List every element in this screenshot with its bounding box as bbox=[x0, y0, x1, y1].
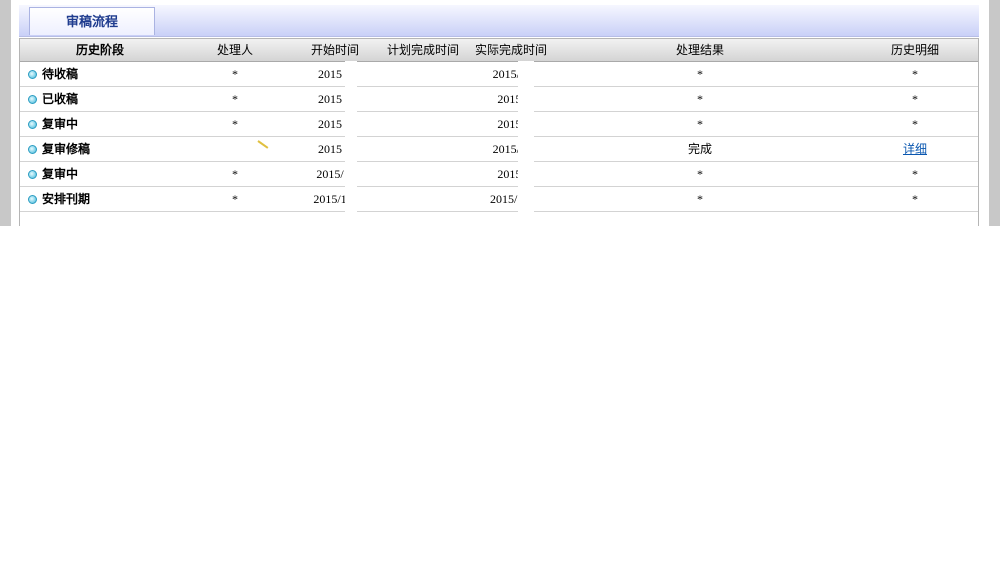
tab-review-process[interactable]: 审稿流程 bbox=[29, 7, 155, 35]
bullet-icon bbox=[28, 120, 37, 129]
stage-cell: 已收稿 bbox=[28, 87, 178, 111]
handler-cell: * bbox=[232, 167, 238, 181]
result-cell: 完成 bbox=[687, 142, 712, 156]
bullet-icon bbox=[28, 170, 37, 179]
col-actual-time: 实际完成时间 bbox=[474, 43, 547, 57]
result-cell: * bbox=[697, 167, 703, 181]
actual-cell: 2015/9/ bbox=[492, 142, 530, 156]
stage-label: 复审中 bbox=[42, 117, 79, 131]
col-handler: 处理人 bbox=[216, 43, 253, 57]
col-history-stage: 历史阶段 bbox=[75, 43, 124, 57]
result-cell: * bbox=[697, 67, 703, 81]
actual-cell: 2015/ bbox=[497, 117, 525, 131]
planned-cell bbox=[380, 62, 466, 86]
table-row: 安排刊期 * 2015/1 2015/11. * * bbox=[20, 187, 978, 212]
history-table: 历史阶段 处理人 开始时间 计划完成时间 实际完成时间 处理结果 历史明细 待收… bbox=[19, 38, 979, 226]
stage-cell: 复审中 bbox=[28, 162, 178, 186]
stage-cell: 复审修稿 bbox=[28, 137, 178, 161]
detail-cell: * bbox=[912, 67, 918, 81]
tab-bar: 审稿流程 bbox=[19, 5, 979, 37]
table-header: 历史阶段 处理人 开始时间 计划完成时间 实际完成时间 处理结果 历史明细 bbox=[20, 39, 978, 62]
review-process-panel: 审稿流程 历史阶段 处理人 开始时间 计划完成时间 实际完成时间 处理结果 历史… bbox=[11, 0, 989, 226]
handler-cell: * bbox=[232, 67, 238, 81]
stage-label: 待收稿 bbox=[42, 67, 79, 81]
col-planned-time: 计划完成时间 bbox=[386, 43, 459, 57]
table-row: 复审中 * 2015 2015/ * * bbox=[20, 112, 978, 137]
stage-label: 已收稿 bbox=[42, 92, 79, 106]
detail-cell: * bbox=[912, 192, 918, 206]
detail-cell: * bbox=[912, 92, 918, 106]
table-row: 复审中 * 2015/ 2015/ * * bbox=[20, 162, 978, 187]
planned-cell bbox=[380, 137, 466, 161]
handler-cell: * bbox=[232, 192, 238, 206]
actual-cell: 2015/5/ bbox=[492, 67, 530, 81]
handler-cell: * bbox=[232, 92, 238, 106]
actual-cell: 2015/ bbox=[497, 167, 525, 181]
result-cell: * bbox=[697, 192, 703, 206]
table-row: 待收稿 * 2015 2015/5/ * * bbox=[20, 62, 978, 87]
redaction-mask bbox=[345, 61, 357, 213]
col-start-time: 开始时间 bbox=[310, 43, 359, 57]
stage-cell: 安排刊期 bbox=[28, 187, 178, 211]
planned-cell bbox=[380, 112, 466, 136]
detail-cell: * bbox=[912, 117, 918, 131]
bullet-icon bbox=[28, 145, 37, 154]
stage-label: 复审中 bbox=[42, 167, 79, 181]
stage-cell: 待收稿 bbox=[28, 62, 178, 86]
detail-link[interactable]: 详细 bbox=[880, 137, 950, 161]
page-frame: 审稿流程 历史阶段 处理人 开始时间 计划完成时间 实际完成时间 处理结果 历史… bbox=[0, 0, 1000, 226]
bullet-icon bbox=[28, 95, 37, 104]
actual-cell: 2015/ bbox=[497, 92, 525, 106]
result-cell: * bbox=[697, 92, 703, 106]
col-history-detail: 历史明细 bbox=[890, 43, 939, 57]
bullet-icon bbox=[28, 70, 37, 79]
planned-cell bbox=[380, 162, 466, 186]
col-result: 处理结果 bbox=[675, 43, 724, 57]
result-cell: * bbox=[697, 117, 703, 131]
detail-cell: * bbox=[912, 167, 918, 181]
bullet-icon bbox=[28, 195, 37, 204]
handler-cell: * bbox=[232, 117, 238, 131]
redaction-mask bbox=[518, 61, 534, 213]
stage-cell: 复审中 bbox=[28, 112, 178, 136]
planned-cell bbox=[380, 87, 466, 111]
stage-label: 复审修稿 bbox=[42, 142, 91, 156]
actual-cell: 2015/11. bbox=[490, 192, 532, 206]
table-row: 复审修稿 2015 2015/9/ 完成 详细 bbox=[20, 137, 978, 162]
planned-cell bbox=[380, 187, 466, 211]
table-row: 已收稿 * 2015 2015/ * * bbox=[20, 87, 978, 112]
stage-label: 安排刊期 bbox=[42, 192, 91, 206]
